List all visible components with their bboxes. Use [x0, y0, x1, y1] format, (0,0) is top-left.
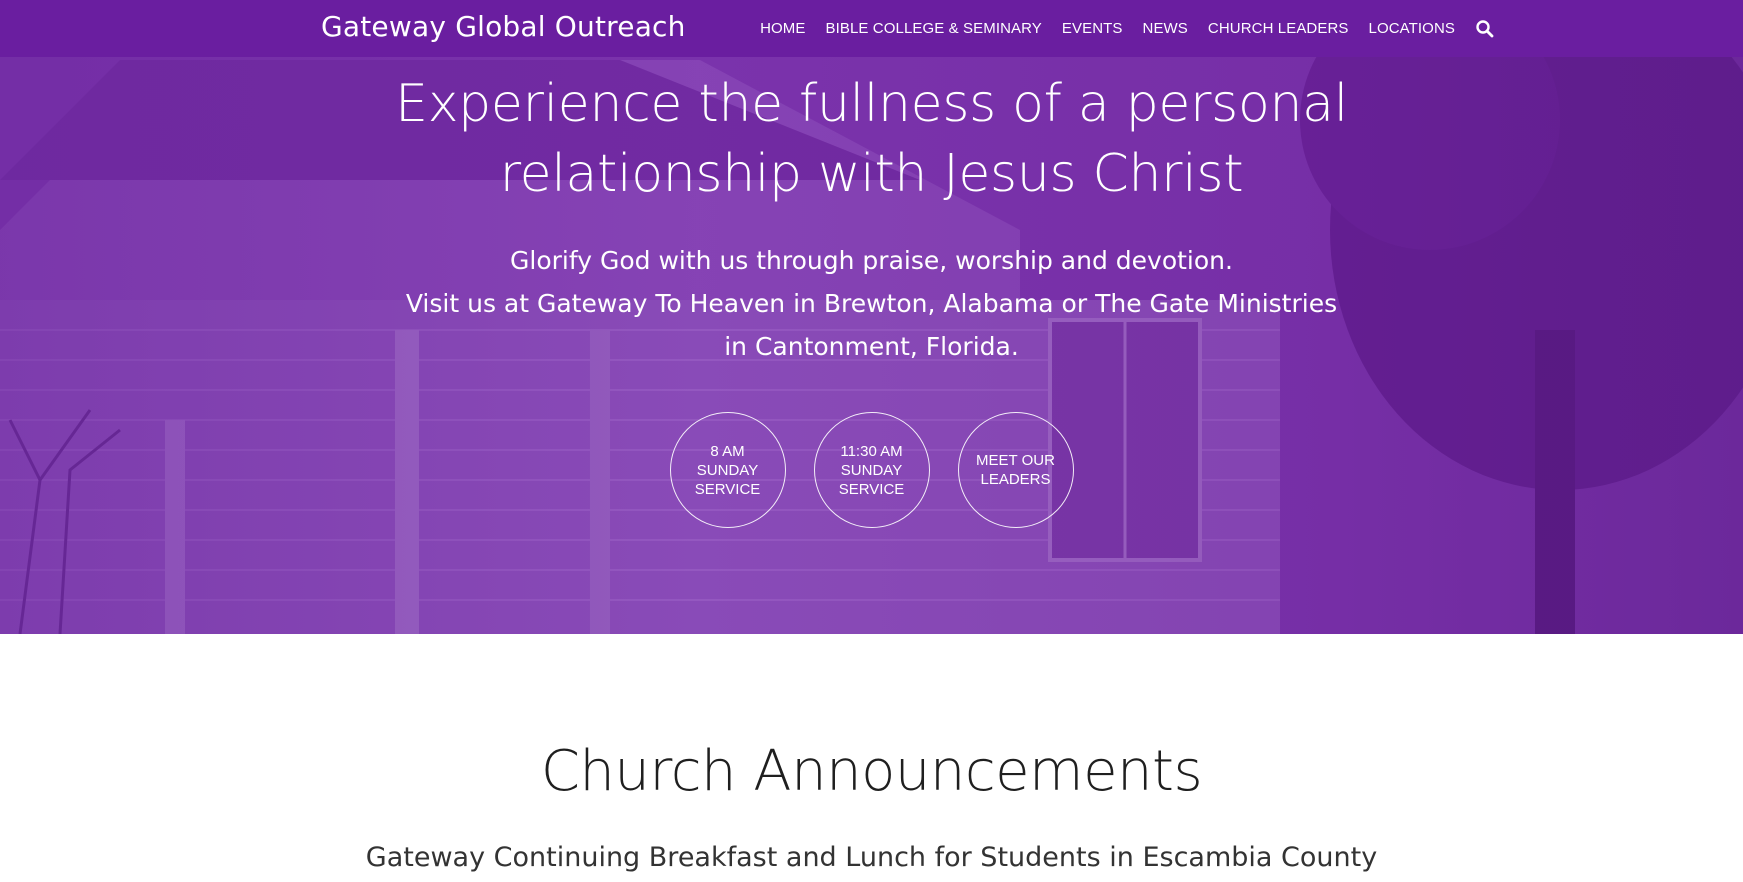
hero-headline-line-1: Experience the fullness of a personal — [395, 74, 1348, 134]
service-8am-button[interactable]: 8 AM SUNDAY SERVICE — [669, 412, 786, 528]
hero-subtext: Glorify God with us through praise, wors… — [392, 239, 1352, 368]
circle-label-line-1: 8 AM — [710, 442, 745, 460]
nav-item-bible-college-seminary[interactable]: BIBLE COLLEGE & SEMINARY — [816, 20, 1052, 37]
meet-our-leaders-button[interactable]: MEET OUR LEADERS — [957, 412, 1074, 528]
nav-item-home[interactable]: HOME — [750, 20, 815, 37]
hero-subtext-line-1: Glorify God with us through praise, wors… — [510, 246, 1233, 275]
circle-label-line-2: LEADERS — [980, 471, 1051, 488]
circle-label-line-2: SUNDAY — [696, 461, 759, 479]
nav-item-events[interactable]: EVENTS — [1052, 20, 1133, 37]
main-nav: HOME BIBLE COLLEGE & SEMINARY EVENTS NEW… — [750, 0, 1495, 57]
hero-circle-buttons: 8 AM SUNDAY SERVICE 11:30 AM SUNDAY SERV… — [0, 412, 1743, 528]
circle-label-line-2: SUNDAY — [840, 461, 903, 479]
announcement-item-link[interactable]: Gateway Continuing Breakfast and Lunch f… — [0, 842, 1743, 873]
hero-subtext-line-3: in Cantonment, Florida. — [724, 332, 1019, 361]
service-1130am-button[interactable]: 11:30 AM SUNDAY SERVICE — [813, 412, 930, 528]
nav-item-news[interactable]: NEWS — [1133, 20, 1198, 37]
hero-headline: Experience the fullness of a personal re… — [372, 69, 1372, 209]
announcements-section: Church Announcements Gateway Continuing … — [0, 634, 1743, 882]
hero-content: Experience the fullness of a personal re… — [0, 57, 1743, 528]
circle-label-line-3: SERVICE — [694, 480, 761, 498]
announcements-title: Church Announcements — [540, 739, 1203, 804]
search-icon[interactable] — [1475, 19, 1495, 39]
circle-label-line-1: 11:30 AM — [840, 442, 903, 460]
hero-section: Gateway Global Outreach HOME BIBLE COLLE… — [0, 0, 1743, 634]
nav-item-church-leaders[interactable]: CHURCH LEADERS — [1198, 20, 1359, 37]
circle-label-line-1: MEET OUR — [976, 452, 1055, 469]
hero-headline-line-2: relationship with Jesus Christ — [499, 144, 1244, 204]
site-brand-link[interactable]: Gateway Global Outreach — [321, 10, 686, 43]
hero-subtext-line-2: Visit us at Gateway To Heaven in Brewton… — [405, 289, 1338, 318]
top-navbar: Gateway Global Outreach HOME BIBLE COLLE… — [0, 0, 1743, 57]
circle-label-line-3: SERVICE — [838, 480, 905, 498]
nav-item-locations[interactable]: LOCATIONS — [1359, 20, 1465, 37]
